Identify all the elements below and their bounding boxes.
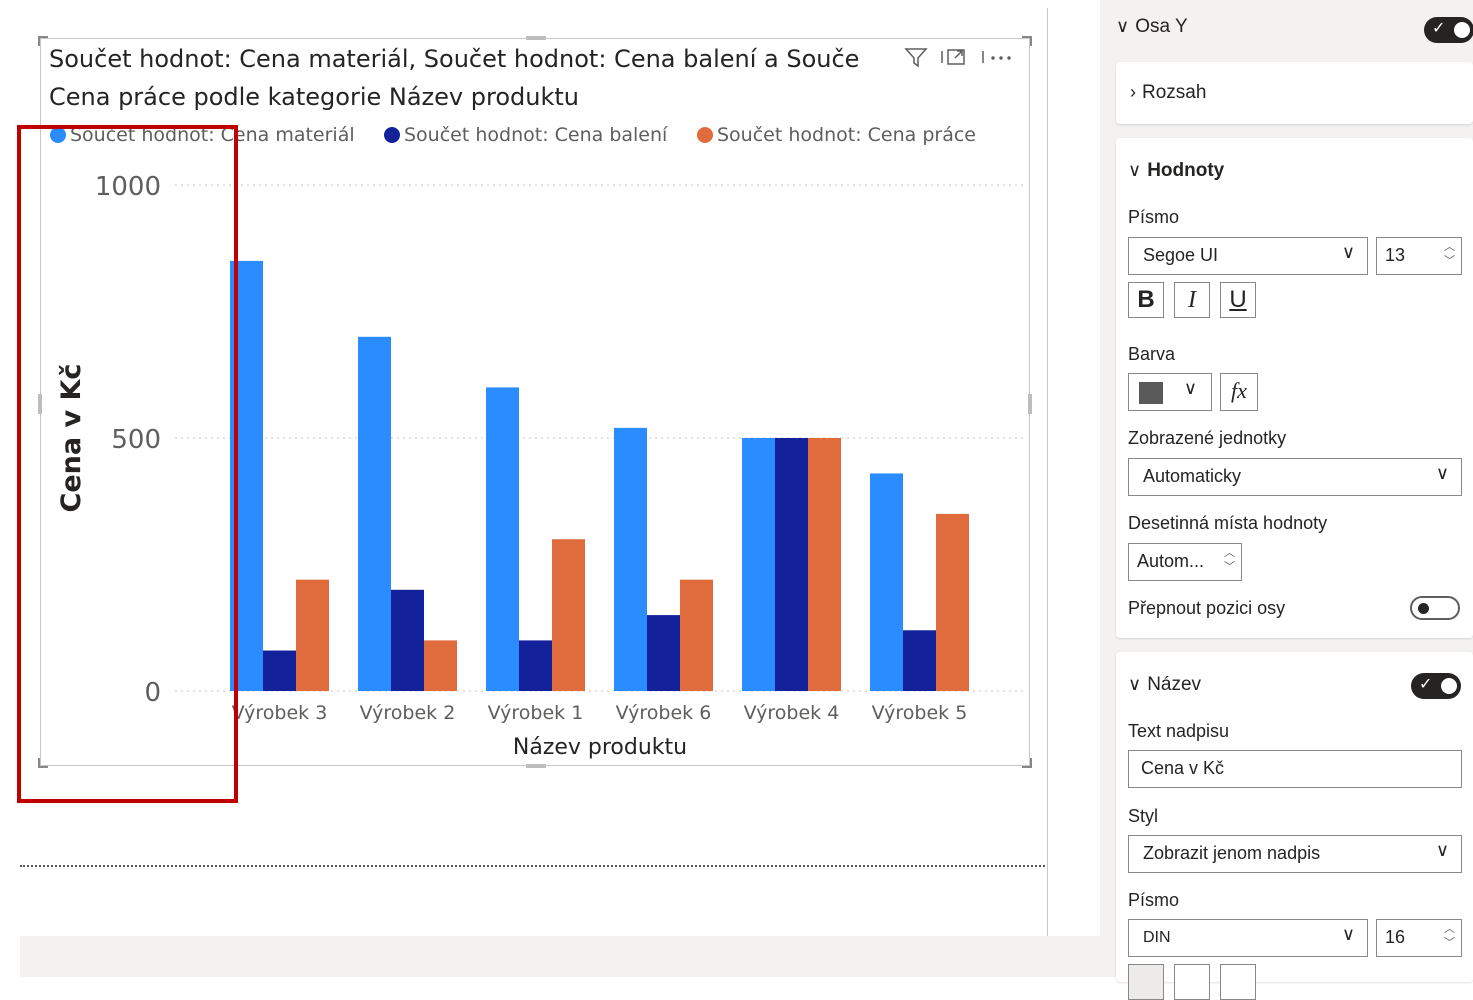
style-label: Styl bbox=[1128, 806, 1159, 826]
chevron-down-icon: ∨ bbox=[1341, 924, 1355, 944]
x-tick-label: Výrobek 2 bbox=[360, 702, 456, 724]
style-value: Zobrazit jenom nadpis bbox=[1143, 843, 1321, 863]
x-tick-label: Výrobek 3 bbox=[232, 702, 328, 724]
font-family-dropdown[interactable]: Segoe UI ∨ bbox=[1128, 237, 1368, 275]
title-font-size-value: 16 bbox=[1385, 927, 1406, 947]
canvas-bottom-area bbox=[20, 936, 1100, 977]
bar[interactable] bbox=[680, 579, 713, 691]
spin-arrows-icon[interactable]: ︿ ﹀ bbox=[1224, 546, 1235, 574]
display-units-dropdown[interactable]: Automaticky ∨ bbox=[1128, 458, 1462, 496]
section-nazev[interactable]: ∨ Název bbox=[1128, 674, 1201, 696]
title-bold-button[interactable] bbox=[1128, 964, 1164, 1000]
display-units-label: Zobrazené jednotky bbox=[1128, 428, 1287, 448]
bar[interactable] bbox=[647, 615, 680, 691]
bar[interactable] bbox=[870, 473, 903, 691]
x-tick-label: Výrobek 1 bbox=[488, 702, 584, 724]
font-size-stepper[interactable]: 13 ︿ ﹀ bbox=[1376, 237, 1462, 275]
chevron-down-icon: ∨ bbox=[1128, 160, 1142, 180]
bar[interactable] bbox=[808, 438, 841, 691]
title-font-value: DIN bbox=[1143, 929, 1171, 946]
x-axis-title: Název produktu bbox=[513, 735, 687, 760]
chevron-down-icon: ∨ bbox=[1128, 674, 1142, 694]
chevron-down-icon: ∨ bbox=[1341, 242, 1355, 262]
check-icon: ✓ bbox=[1432, 18, 1446, 37]
color-picker[interactable]: ∨ bbox=[1128, 373, 1212, 411]
chevron-right-icon: › bbox=[1130, 82, 1136, 102]
bar[interactable] bbox=[552, 539, 585, 691]
bar[interactable] bbox=[486, 387, 519, 691]
underline-button[interactable]: U bbox=[1220, 282, 1256, 318]
decimal-places-label: Desetinná místa hodnoty bbox=[1128, 513, 1328, 533]
toggle-knob bbox=[1418, 603, 1429, 614]
bar[interactable] bbox=[742, 438, 775, 691]
title-font-size-stepper[interactable]: 16 ︿ ﹀ bbox=[1376, 919, 1462, 957]
section-rozsah[interactable]: › Rozsah bbox=[1130, 82, 1206, 104]
title-font-label: Písmo bbox=[1128, 890, 1180, 910]
font-size-value: 13 bbox=[1385, 245, 1406, 265]
style-dropdown[interactable]: Zobrazit jenom nadpis ∨ bbox=[1128, 835, 1462, 873]
color-label: Barva bbox=[1128, 344, 1176, 364]
title-italic-button[interactable] bbox=[1174, 964, 1210, 1000]
toggle-knob bbox=[1454, 22, 1470, 38]
x-tick-label: Výrobek 4 bbox=[744, 702, 840, 724]
chevron-down-icon: ∨ bbox=[1116, 16, 1130, 36]
title-font-dropdown[interactable]: DIN ∨ bbox=[1128, 919, 1368, 957]
title-text-label: Text nadpisu bbox=[1128, 721, 1230, 741]
bold-button[interactable]: B bbox=[1128, 282, 1164, 318]
nazev-toggle[interactable]: ✓ bbox=[1411, 673, 1461, 699]
switch-axis-position-toggle[interactable] bbox=[1410, 596, 1460, 620]
bar[interactable] bbox=[296, 579, 329, 691]
bar[interactable] bbox=[903, 630, 936, 691]
section-nazev-label: Název bbox=[1147, 674, 1202, 695]
section-osa-y-label: Osa Y bbox=[1135, 16, 1188, 37]
fx-button[interactable]: fx bbox=[1220, 373, 1258, 411]
page-break-line bbox=[20, 865, 1045, 867]
font-label: Písmo bbox=[1128, 207, 1180, 227]
chevron-down-icon: ∨ bbox=[1183, 378, 1197, 398]
toggle-knob bbox=[1441, 678, 1457, 694]
x-tick-label: Výrobek 6 bbox=[616, 702, 712, 724]
font-family-value: Segoe UI bbox=[1143, 245, 1219, 265]
chevron-down-icon: ∨ bbox=[1435, 840, 1449, 860]
display-units-value: Automaticky bbox=[1143, 466, 1242, 486]
bars bbox=[230, 260, 969, 691]
spin-arrows-icon[interactable]: ︿ ﹀ bbox=[1444, 922, 1455, 950]
bar[interactable] bbox=[391, 589, 424, 691]
title-underline-button[interactable] bbox=[1220, 964, 1256, 1000]
osa-y-toggle[interactable]: ✓ bbox=[1424, 17, 1473, 43]
x-tick-label: Výrobek 5 bbox=[872, 702, 968, 724]
title-text-value: Cena v Kč bbox=[1141, 758, 1225, 778]
title-text-input[interactable]: Cena v Kč bbox=[1128, 750, 1462, 788]
highlight-box bbox=[17, 125, 238, 803]
bar[interactable] bbox=[358, 336, 391, 691]
color-swatch bbox=[1139, 382, 1163, 404]
section-rozsah-label: Rozsah bbox=[1142, 82, 1207, 103]
bar[interactable] bbox=[614, 427, 647, 691]
decimal-places-stepper[interactable]: Autom... ︿ ﹀ bbox=[1128, 543, 1242, 581]
bar[interactable] bbox=[775, 438, 808, 691]
spin-arrows-icon[interactable]: ︿ ﹀ bbox=[1444, 240, 1455, 268]
section-hodnoty[interactable]: ∨ Hodnoty bbox=[1128, 160, 1224, 182]
check-icon: ✓ bbox=[1419, 674, 1433, 693]
bar[interactable] bbox=[936, 513, 969, 691]
bar[interactable] bbox=[424, 640, 457, 691]
chevron-down-icon: ∨ bbox=[1435, 463, 1449, 483]
section-osa-y[interactable]: ∨ Osa Y bbox=[1116, 16, 1188, 38]
section-hodnoty-label: Hodnoty bbox=[1147, 160, 1225, 181]
decimal-places-value: Autom... bbox=[1137, 551, 1205, 571]
italic-button[interactable]: I bbox=[1174, 282, 1210, 318]
bar[interactable] bbox=[263, 650, 296, 691]
switch-axis-position-label: Přepnout pozici osy bbox=[1128, 598, 1286, 618]
bar[interactable] bbox=[519, 640, 552, 691]
